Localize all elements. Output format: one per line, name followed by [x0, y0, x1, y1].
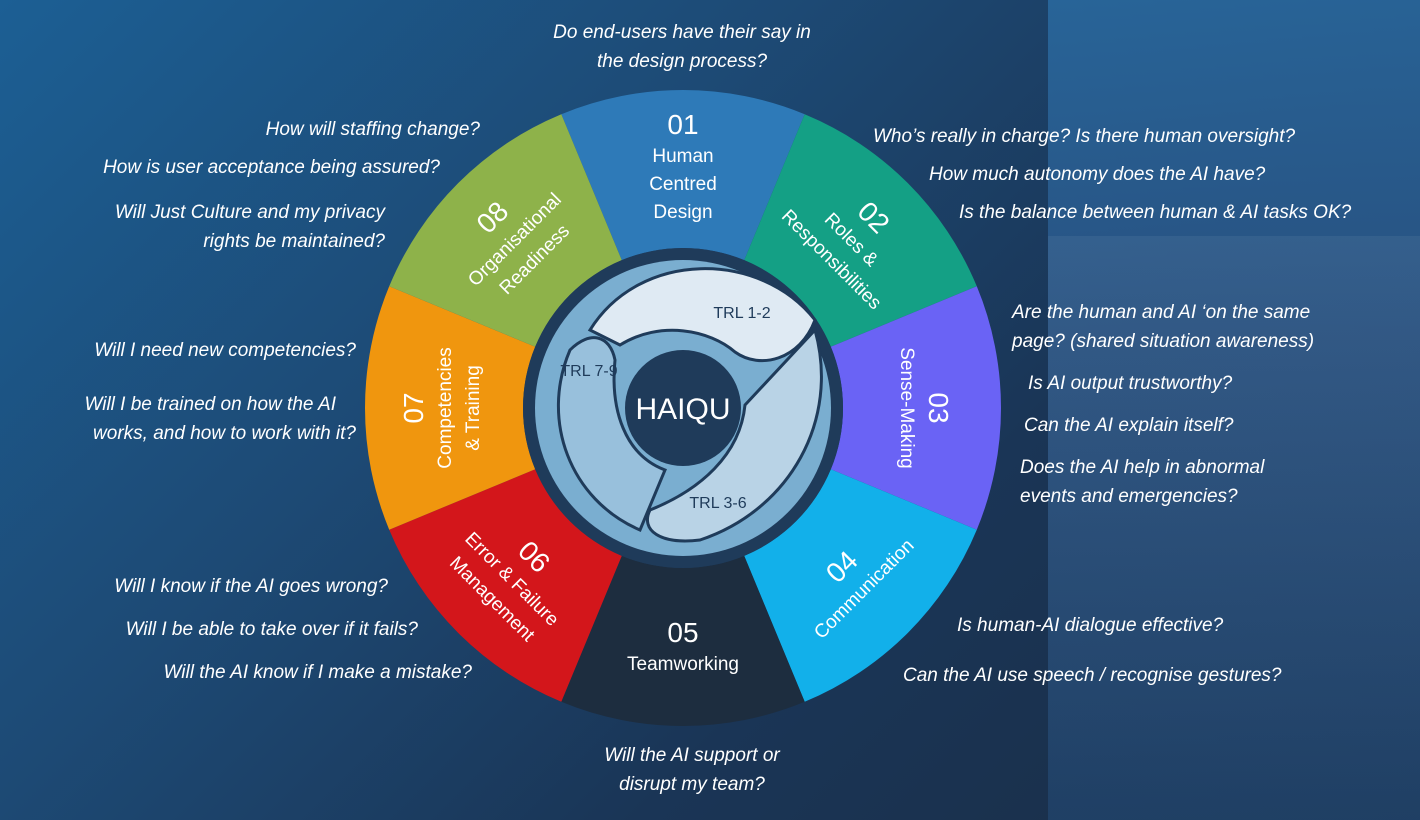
question-text: Does the AI help in abnormal [1020, 457, 1265, 478]
segment-title-line: Sense-Making [896, 347, 917, 468]
question-text: Is AI output trustworthy? [1028, 373, 1233, 394]
question-text: works, and how to work with it? [93, 423, 356, 444]
question-group-07: Will I need new competencies? Will I be … [20, 336, 356, 448]
question-text: Will I know if the AI goes wrong? [114, 576, 388, 597]
segment-number: 01 [667, 109, 698, 140]
question-group-02: Who’s really in charge? Is there human o… [873, 118, 1413, 232]
question-text: Will the AI know if I make a mistake? [163, 662, 472, 683]
segment-number: 05 [667, 617, 698, 648]
question-group-05: Will the AI support or disrupt my team? [542, 741, 842, 799]
question-text: How is user acceptance being assured? [103, 157, 440, 178]
trl-3-6-label: TRL 3-6 [689, 495, 746, 512]
question-group-08: How will staffing change? How is user ac… [30, 111, 480, 255]
center-title: HAIQU [635, 393, 730, 426]
question-group-04: Is human-AI dialogue effective? Can the … [903, 601, 1383, 701]
segment-number: 07 [398, 392, 429, 423]
question-text: page? (shared situation awareness) [1012, 331, 1315, 352]
question-text: Will Just Culture and my privacy [114, 202, 385, 223]
question-text: Do end-users have their say in [553, 22, 811, 43]
question-text: Is human-AI dialogue effective? [957, 615, 1224, 636]
question-text: Will the AI support or [604, 745, 780, 766]
question-text: disrupt my team? [619, 774, 765, 795]
question-text: the design process? [596, 51, 768, 72]
question-group-01: Do end-users have their say in the desig… [532, 18, 832, 76]
question-text: How much autonomy does the AI have? [929, 164, 1266, 185]
trl-1-2-label: TRL 1-2 [713, 305, 770, 322]
segment-title-line: & Training [463, 365, 484, 451]
question-text: Can the AI explain itself? [1024, 415, 1234, 436]
question-text: Is the balance between human & AI tasks … [959, 202, 1352, 223]
question-group-06: Will I know if the AI goes wrong? Will I… [20, 565, 472, 694]
segment-title-line: Centred [649, 174, 717, 195]
segment-title-line: Human [652, 146, 713, 167]
question-text: events and emergencies? [1020, 486, 1238, 507]
question-text: Will I be able to take over if it fails? [125, 619, 418, 640]
trl-7-9-label: TRL 7-9 [560, 363, 617, 380]
question-text: Will I be trained on how the AI [84, 394, 336, 415]
question-text: rights be maintained? [203, 231, 385, 252]
segment-title-line: Design [653, 202, 712, 223]
segment-number: 03 [923, 392, 954, 423]
segment-title-line: Competencies [435, 347, 456, 468]
question-text: Will I need new competencies? [94, 340, 356, 361]
segment-title-line: Teamworking [627, 654, 739, 675]
question-text: Can the AI use speech / recognise gestur… [903, 665, 1282, 686]
question-text: Who’s really in charge? Is there human o… [873, 126, 1296, 147]
question-text: Are the human and AI ‘on the same [1012, 302, 1311, 323]
question-text: How will staffing change? [265, 119, 480, 140]
question-group-03: Are the human and AI ‘on the same page? … [1012, 298, 1412, 511]
